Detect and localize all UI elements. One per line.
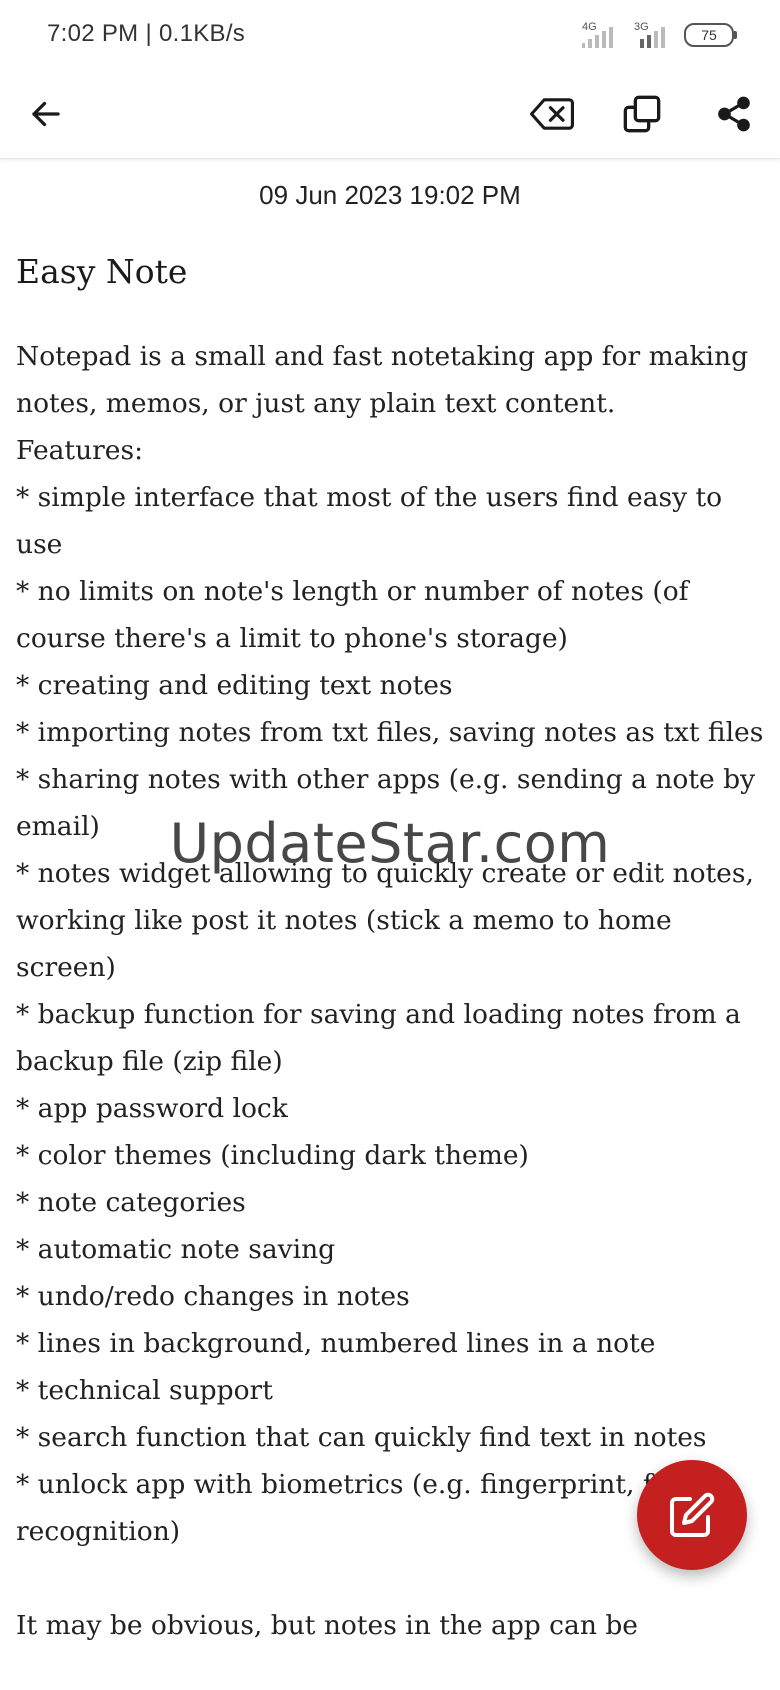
- note-title[interactable]: Easy Note: [16, 252, 187, 291]
- arrow-left-icon: [32, 101, 60, 127]
- status-indicators: 4G 3G 75: [580, 20, 737, 50]
- copy-icon: [623, 95, 661, 133]
- battery-icon: 75: [684, 23, 737, 47]
- note-body[interactable]: Notepad is a small and fast notetaking a…: [16, 333, 768, 1649]
- signal-3g-icon: 3G: [632, 21, 674, 49]
- signal-4g-icon: 4G: [580, 21, 622, 49]
- share-icon: [718, 96, 750, 132]
- edit-icon: [670, 1492, 715, 1537]
- clear-button[interactable]: [524, 86, 580, 142]
- share-button[interactable]: [706, 86, 762, 142]
- backspace-icon: [530, 98, 574, 130]
- status-time: 7:02 PM | 0.1KB/s: [47, 20, 246, 47]
- copy-button[interactable]: [614, 86, 670, 142]
- top-toolbar: [0, 70, 780, 159]
- edit-button[interactable]: [637, 1460, 747, 1570]
- status-bar: 7:02 PM | 0.1KB/s 4G 3G 75: [0, 0, 780, 70]
- note-date: 09 Jun 2023 19:02 PM: [259, 180, 521, 210]
- back-button[interactable]: [18, 86, 74, 142]
